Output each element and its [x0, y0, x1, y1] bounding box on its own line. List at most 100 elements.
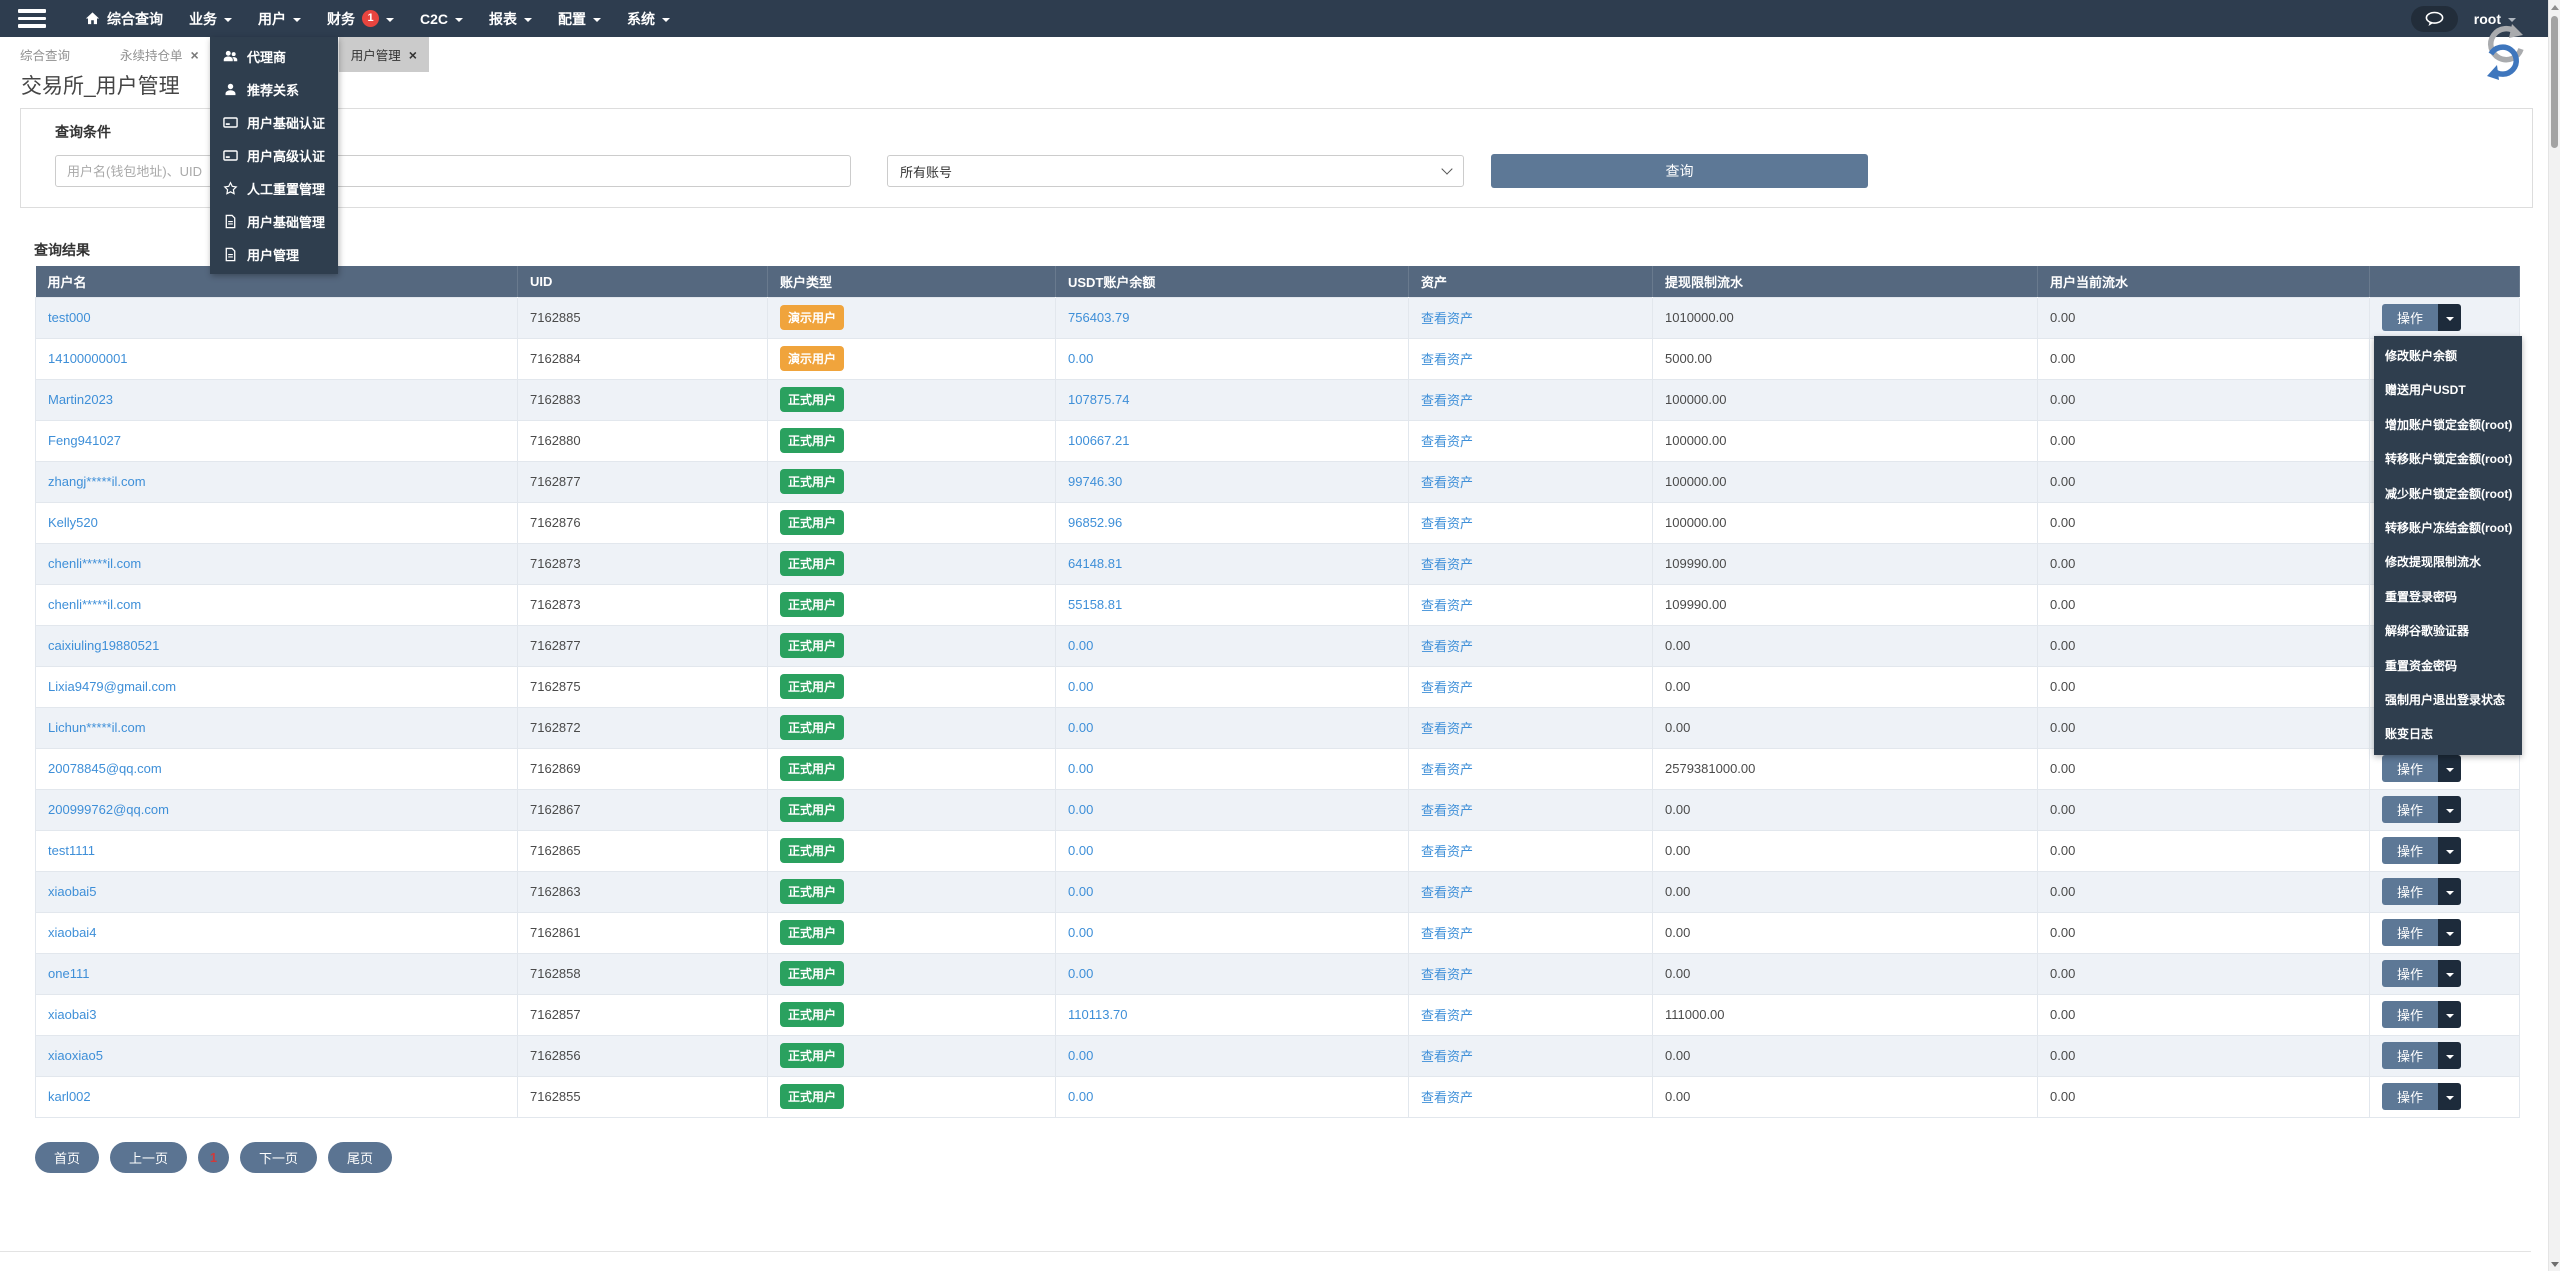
- usdt-balance-link[interactable]: 0.00: [1068, 720, 1093, 735]
- view-assets-link[interactable]: 查看资产: [1421, 475, 1473, 490]
- action-button[interactable]: 操作: [2382, 919, 2439, 946]
- menu-item[interactable]: 用户管理: [210, 238, 338, 271]
- usdt-balance-link[interactable]: 110113.70: [1068, 1007, 1128, 1022]
- action-menu-item[interactable]: 转移账户冻结金额(root): [2374, 511, 2522, 545]
- action-dropdown-toggle[interactable]: [2438, 1042, 2462, 1069]
- nav-item-home[interactable]: 综合查询: [72, 0, 176, 37]
- view-assets-link[interactable]: 查看资产: [1421, 844, 1473, 859]
- menu-item[interactable]: 用户高级认证: [210, 139, 338, 172]
- hamburger-menu-icon[interactable]: [18, 9, 46, 28]
- action-button[interactable]: 操作: [2382, 1001, 2439, 1028]
- menu-item[interactable]: 代理商: [210, 40, 338, 73]
- nav-item[interactable]: 业务: [176, 0, 245, 37]
- action-dropdown-toggle[interactable]: [2438, 960, 2462, 987]
- account-type-select[interactable]: 所有账号: [887, 155, 1464, 187]
- action-menu-item[interactable]: 解绑谷歌验证器: [2374, 614, 2522, 648]
- action-button[interactable]: 操作: [2382, 755, 2439, 782]
- action-menu-item[interactable]: 账变日志: [2374, 717, 2522, 751]
- action-menu-item[interactable]: 赠送用户USDT: [2374, 373, 2522, 407]
- view-assets-link[interactable]: 查看资产: [1421, 803, 1473, 818]
- action-menu-item[interactable]: 重置资金密码: [2374, 649, 2522, 683]
- view-assets-link[interactable]: 查看资产: [1421, 557, 1473, 572]
- action-menu-item[interactable]: 强制用户退出登录状态: [2374, 683, 2522, 717]
- usdt-balance-link[interactable]: 100667.21: [1068, 433, 1129, 448]
- username-link[interactable]: xiaoxiao5: [48, 1048, 103, 1063]
- view-assets-link[interactable]: 查看资产: [1421, 1049, 1473, 1064]
- nav-item[interactable]: 用户: [245, 0, 314, 37]
- action-dropdown-toggle[interactable]: [2438, 878, 2462, 905]
- view-assets-link[interactable]: 查看资产: [1421, 721, 1473, 736]
- usdt-balance-link[interactable]: 99746.30: [1068, 474, 1122, 489]
- usdt-balance-link[interactable]: 0.00: [1068, 843, 1093, 858]
- usdt-balance-link[interactable]: 0.00: [1068, 638, 1093, 653]
- pagination-prev-button[interactable]: 上一页: [110, 1142, 188, 1173]
- username-link[interactable]: chenli*****il.com: [48, 556, 141, 571]
- view-assets-link[interactable]: 查看资产: [1421, 598, 1473, 613]
- action-dropdown-toggle[interactable]: [2438, 796, 2462, 823]
- username-link[interactable]: one111: [48, 966, 89, 981]
- scrollbar-up-arrow[interactable]: [2551, 5, 2559, 10]
- username-link[interactable]: caixiuling19880521: [48, 638, 159, 653]
- username-link[interactable]: xiaobai3: [48, 1007, 96, 1022]
- usdt-balance-link[interactable]: 0.00: [1068, 1048, 1093, 1063]
- menu-item[interactable]: 人工重置管理: [210, 172, 338, 205]
- pagination-first-button[interactable]: 首页: [35, 1142, 100, 1173]
- username-link[interactable]: xiaobai5: [48, 884, 96, 899]
- messages-button[interactable]: [2410, 5, 2458, 32]
- view-assets-link[interactable]: 查看资产: [1421, 1090, 1473, 1105]
- action-dropdown-toggle[interactable]: [2438, 1001, 2462, 1028]
- menu-item[interactable]: 用户基础管理: [210, 205, 338, 238]
- action-dropdown-toggle[interactable]: [2438, 919, 2462, 946]
- search-input[interactable]: [55, 155, 851, 187]
- nav-item[interactable]: C2C: [407, 0, 476, 37]
- action-dropdown-toggle[interactable]: [2438, 304, 2462, 331]
- nav-item[interactable]: 财务 1: [314, 0, 407, 37]
- scrollbar-down-arrow[interactable]: [2551, 1262, 2559, 1267]
- usdt-balance-link[interactable]: 756403.79: [1068, 310, 1129, 325]
- view-assets-link[interactable]: 查看资产: [1421, 926, 1473, 941]
- username-link[interactable]: 20078845@qq.com: [48, 761, 162, 776]
- view-assets-link[interactable]: 查看资产: [1421, 516, 1473, 531]
- menu-item[interactable]: 用户基础认证: [210, 106, 338, 139]
- usdt-balance-link[interactable]: 0.00: [1068, 761, 1093, 776]
- view-assets-link[interactable]: 查看资产: [1421, 639, 1473, 654]
- action-menu-item[interactable]: 修改提现限制流水: [2374, 545, 2522, 579]
- usdt-balance-link[interactable]: 0.00: [1068, 351, 1093, 366]
- nav-item[interactable]: 报表: [476, 0, 545, 37]
- view-assets-link[interactable]: 查看资产: [1421, 1008, 1473, 1023]
- pagination-current-page[interactable]: 1: [198, 1142, 230, 1173]
- action-dropdown-toggle[interactable]: [2438, 1083, 2462, 1110]
- username-link[interactable]: xiaobai4: [48, 925, 96, 940]
- action-button[interactable]: 操作: [2382, 878, 2439, 905]
- usdt-balance-link[interactable]: 107875.74: [1068, 392, 1129, 407]
- action-button[interactable]: 操作: [2382, 796, 2439, 823]
- view-assets-link[interactable]: 查看资产: [1421, 311, 1473, 326]
- tab-item[interactable]: 永续持仓单 ×: [108, 37, 211, 72]
- search-button[interactable]: 查询: [1491, 154, 1868, 188]
- usdt-balance-link[interactable]: 0.00: [1068, 679, 1093, 694]
- username-link[interactable]: Kelly520: [48, 515, 98, 530]
- username-link[interactable]: chenli*****il.com: [48, 597, 141, 612]
- usdt-balance-link[interactable]: 55158.81: [1068, 597, 1122, 612]
- username-link[interactable]: 200999762@qq.com: [48, 802, 169, 817]
- usdt-balance-link[interactable]: 96852.96: [1068, 515, 1122, 530]
- action-button[interactable]: 操作: [2382, 1042, 2439, 1069]
- username-link[interactable]: test1111: [48, 843, 95, 858]
- usdt-balance-link[interactable]: 0.00: [1068, 1089, 1093, 1104]
- tab-item[interactable]: 综合查询: [20, 37, 82, 72]
- username-link[interactable]: Lichun*****il.com: [48, 720, 146, 735]
- username-link[interactable]: Martin2023: [48, 392, 113, 407]
- view-assets-link[interactable]: 查看资产: [1421, 885, 1473, 900]
- usdt-balance-link[interactable]: 0.00: [1068, 966, 1093, 981]
- view-assets-link[interactable]: 查看资产: [1421, 352, 1473, 367]
- view-assets-link[interactable]: 查看资产: [1421, 967, 1473, 982]
- action-menu-item[interactable]: 减少账户锁定金额(root): [2374, 477, 2522, 511]
- action-button[interactable]: 操作: [2382, 304, 2439, 331]
- action-menu-item[interactable]: 增加账户锁定金额(root): [2374, 408, 2522, 442]
- username-link[interactable]: Lixia9479@gmail.com: [48, 679, 176, 694]
- username-link[interactable]: test000: [48, 310, 91, 325]
- view-assets-link[interactable]: 查看资产: [1421, 434, 1473, 449]
- username-link[interactable]: zhangj*****il.com: [48, 474, 146, 489]
- usdt-balance-link[interactable]: 0.00: [1068, 925, 1093, 940]
- nav-item[interactable]: 配置: [545, 0, 614, 37]
